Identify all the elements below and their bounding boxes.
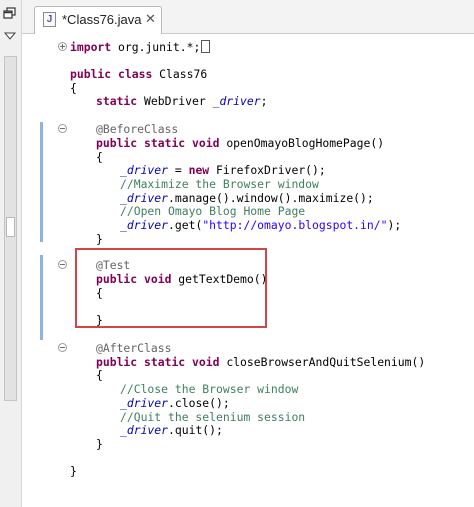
code-token: class <box>118 67 153 81</box>
code-token: @AfterClass <box>96 341 172 355</box>
code-line-statement: _driver.close(); <box>120 396 230 411</box>
code-line-statement: _driver = new FirefoxDriver(); <box>120 163 326 178</box>
code-token: org.junit.*; <box>111 40 201 54</box>
code-token: public <box>96 355 138 369</box>
code-line-statement: _driver.get("http://omayo.blogspot.in/")… <box>120 218 402 233</box>
code-line-class-decl: public class Class76 <box>70 67 208 82</box>
code-token: { <box>96 368 103 382</box>
code-token: //Maximize the Browser window <box>120 177 319 191</box>
code-token: import <box>70 40 112 54</box>
code-line-method-sig: public static void closeBrowserAndQuitSe… <box>96 355 426 370</box>
code-token: _driver <box>212 94 261 108</box>
code-line-import: import org.junit.*; <box>70 40 211 55</box>
code-token: closeBrowserAndQuitSelenium() <box>219 355 426 369</box>
code-line-annotation: @AfterClass <box>96 341 172 356</box>
code-token: ; <box>260 94 268 108</box>
code-line-method-sig: public static void openOmayoBlogHomePage… <box>96 136 385 151</box>
code-token: openOmayoBlogHomePage() <box>219 136 385 150</box>
code-token: @BeforeClass <box>96 122 179 136</box>
code-line-comment: //Open Omayo Blog Home Page <box>120 204 306 219</box>
code-token: void <box>192 355 220 369</box>
code-token: { <box>96 150 103 164</box>
code-token: = <box>168 163 189 177</box>
code-token: } <box>96 232 103 246</box>
code-line-brace: { <box>96 150 103 165</box>
code-token: FirefoxDriver(); <box>209 163 326 177</box>
code-token: static <box>144 355 186 369</box>
code-token: _driver <box>120 423 169 437</box>
highlight-box <box>75 248 267 328</box>
code-token: //Quit the selenium session <box>120 410 306 424</box>
code-token: static <box>96 94 138 108</box>
code-token: public <box>96 136 138 150</box>
code-token: ); <box>387 218 402 232</box>
code-token: public <box>70 67 112 81</box>
code-token: Class76 <box>152 67 208 81</box>
code-token: void <box>192 136 220 150</box>
code-line-brace: } <box>70 464 77 479</box>
code-token: new <box>188 163 210 177</box>
code-line-field: static WebDriver _driver; <box>96 94 268 109</box>
code-line-brace: } <box>96 437 103 452</box>
code-token: _driver <box>120 191 169 205</box>
code-line-comment: //Maximize the Browser window <box>120 177 319 192</box>
code-line-statement: _driver.quit(); <box>120 423 223 438</box>
code-line-brace: { <box>70 81 77 96</box>
code-token: .manage().window().maximize(); <box>168 191 374 205</box>
code-token: //Open Omayo Blog Home Page <box>120 204 306 218</box>
code-token: .quit(); <box>168 423 223 437</box>
code-token: } <box>96 437 103 451</box>
code-token: { <box>70 81 77 95</box>
code-token: _driver <box>120 396 169 410</box>
code-token: } <box>70 464 77 478</box>
code-token: _driver <box>120 163 169 177</box>
code-token: //Close the Browser window <box>120 382 299 396</box>
code-token: WebDriver <box>137 94 213 108</box>
code-line-comment: //Close the Browser window <box>120 382 299 397</box>
code-line-brace: } <box>96 232 103 247</box>
code-token: "http://omayo.blogspot.in/" <box>202 218 388 232</box>
code-line-annotation: @BeforeClass <box>96 122 179 137</box>
code-token: .close(); <box>168 396 230 410</box>
code-token: _driver <box>120 218 169 232</box>
code-token: .get( <box>168 218 203 232</box>
code-token: static <box>144 136 186 150</box>
code-line-brace: { <box>96 368 103 383</box>
code-editor[interactable]: import org.junit.*; public class Class76… <box>0 0 474 507</box>
folded-text-marker <box>201 40 211 53</box>
